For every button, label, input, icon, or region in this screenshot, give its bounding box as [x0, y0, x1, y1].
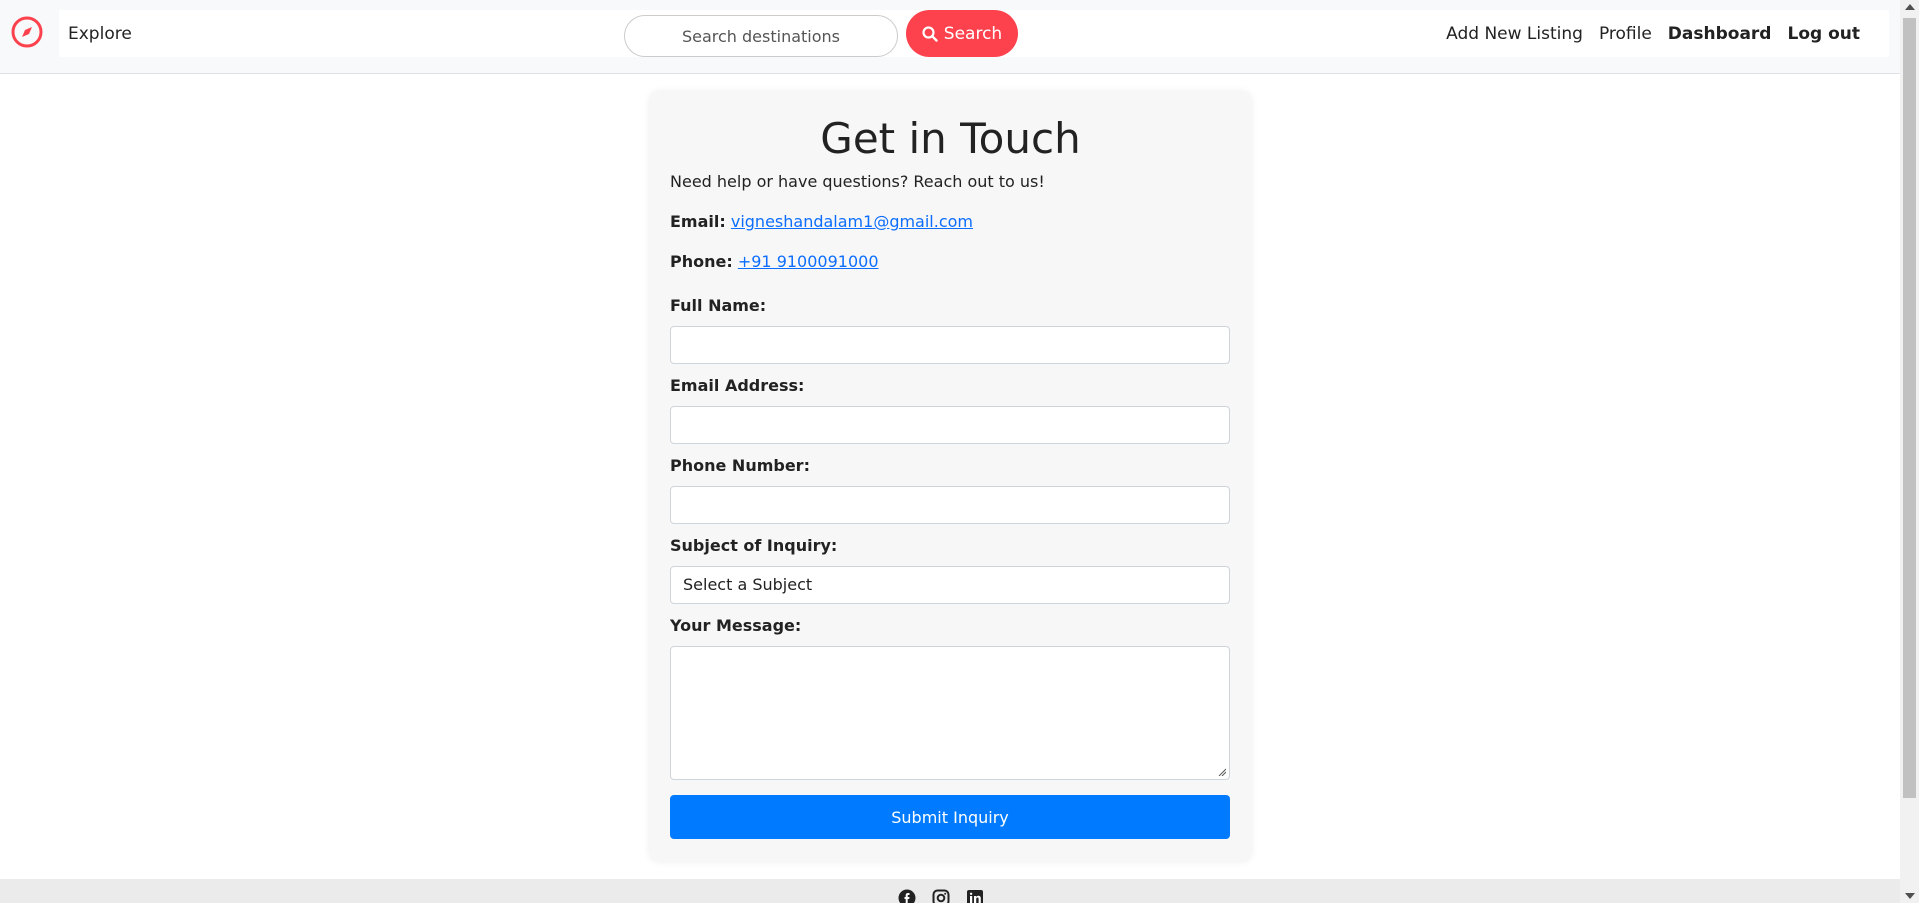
- phone-number-label: Phone Number:: [670, 456, 810, 475]
- contact-email: Email: vigneshandalam1@gmail.com: [670, 212, 973, 231]
- contact-phone-label: Phone:: [670, 252, 733, 271]
- nav-logout-link[interactable]: Log out: [1787, 24, 1860, 44]
- social-links: [898, 889, 984, 903]
- contact-card: Get in Touch Need help or have questions…: [650, 92, 1251, 861]
- scrollbar-thumb[interactable]: [1903, 18, 1916, 798]
- subject-select-value: Select a Subject: [683, 575, 813, 594]
- instagram-icon[interactable]: [932, 889, 950, 903]
- search-input[interactable]: [624, 15, 898, 57]
- full-name-label: Full Name:: [670, 296, 767, 315]
- search-button[interactable]: Search: [906, 10, 1018, 57]
- nav-explore-link[interactable]: Explore: [68, 24, 132, 44]
- contact-phone: Phone: +91 9100091000: [670, 252, 879, 271]
- full-name-input[interactable]: [670, 326, 1230, 364]
- message-label: Your Message:: [670, 616, 802, 635]
- subject-select[interactable]: Select a Subject: [670, 566, 1230, 604]
- submit-inquiry-button[interactable]: Submit Inquiry: [670, 795, 1230, 839]
- contact-email-label: Email:: [670, 212, 726, 231]
- resize-handle-icon[interactable]: [1218, 768, 1226, 776]
- navbar: Explore Search Add New Listing Profile D…: [0, 0, 1900, 74]
- email-address-input[interactable]: [670, 406, 1230, 444]
- scroll-down-arrow-icon[interactable]: [1905, 893, 1915, 899]
- page-title: Get in Touch: [820, 114, 1081, 163]
- search-icon: [922, 25, 938, 42]
- email-address-label: Email Address:: [670, 376, 805, 395]
- nav-links: Add New Listing Profile Dashboard Log ou…: [1446, 24, 1860, 44]
- nav-add-listing-link[interactable]: Add New Listing: [1446, 24, 1583, 44]
- nav-dashboard-link[interactable]: Dashboard: [1668, 24, 1772, 44]
- phone-number-input[interactable]: [670, 486, 1230, 524]
- subject-label: Subject of Inquiry:: [670, 536, 838, 555]
- linkedin-icon[interactable]: [966, 889, 984, 903]
- contact-phone-link[interactable]: +91 9100091000: [738, 252, 879, 271]
- message-textarea[interactable]: [670, 646, 1230, 780]
- vertical-scrollbar[interactable]: [1900, 0, 1919, 903]
- facebook-icon[interactable]: [898, 889, 916, 903]
- search-button-label: Search: [943, 23, 1003, 44]
- footer: [0, 879, 1900, 903]
- intro-text: Need help or have questions? Reach out t…: [670, 172, 1045, 191]
- nav-profile-link[interactable]: Profile: [1599, 24, 1652, 44]
- scroll-up-arrow-icon[interactable]: [1905, 4, 1915, 10]
- contact-email-link[interactable]: vigneshandalam1@gmail.com: [731, 212, 973, 231]
- compass-icon[interactable]: [10, 15, 44, 49]
